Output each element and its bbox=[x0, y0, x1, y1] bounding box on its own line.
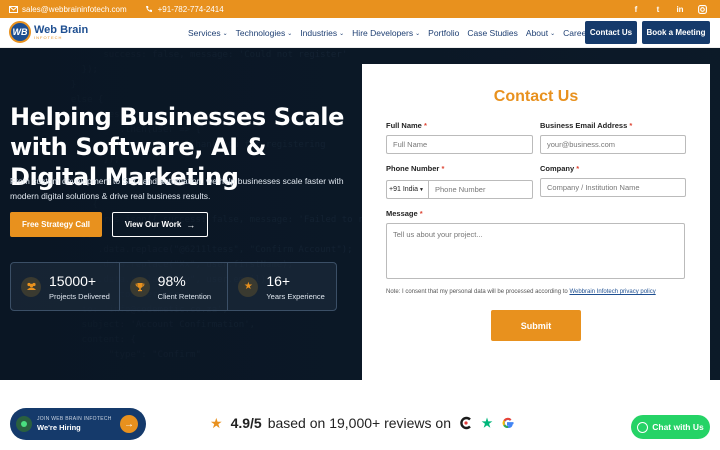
clutch-icon bbox=[458, 415, 474, 431]
google-icon bbox=[500, 415, 516, 431]
linkedin-icon[interactable]: in bbox=[672, 1, 688, 17]
nav-item-technologies[interactable]: Technologies ⌄ bbox=[236, 28, 293, 38]
instagram-icon[interactable] bbox=[694, 1, 710, 17]
chevron-down-icon: ⌄ bbox=[287, 30, 293, 37]
email-label: Business Email Address * bbox=[540, 121, 633, 130]
whatsapp-icon bbox=[637, 421, 649, 433]
form-title: Contact Us bbox=[493, 88, 579, 105]
phone-input[interactable]: Phone Number bbox=[428, 180, 533, 199]
privacy-policy-link[interactable]: Webbrain Infotech privacy policy bbox=[569, 289, 655, 295]
nav-item-hire-developers[interactable]: Hire Developers ⌄ bbox=[352, 28, 420, 38]
nav-item-services[interactable]: Services ⌄ bbox=[188, 28, 228, 38]
stat-label: Years Experience bbox=[266, 292, 325, 301]
hiring-badge[interactable]: JOIN WEB BRAIN INFOTECH We're Hiring → bbox=[10, 408, 146, 440]
chat-with-us-button[interactable]: Chat with Us bbox=[631, 415, 710, 439]
contact-us-button[interactable]: Contact Us bbox=[585, 21, 637, 44]
stat-projects: 15000+ Projects Delivered bbox=[11, 263, 120, 310]
star-icon: ★ bbox=[238, 276, 259, 297]
logo[interactable]: WB Web Brain INFOTECH bbox=[9, 21, 88, 43]
trustpilot-icon: ★ bbox=[481, 416, 493, 430]
stat-label: Projects Delivered bbox=[49, 292, 110, 301]
message-label: Message * bbox=[386, 209, 423, 218]
contact-form: Contact Us Full Name * Full Name Busines… bbox=[362, 64, 710, 380]
people-icon bbox=[21, 276, 41, 297]
message-textarea[interactable]: Tell us about your project... bbox=[386, 223, 685, 279]
stat-number: 16+ bbox=[266, 273, 291, 289]
email-input[interactable]: your@business.com bbox=[540, 135, 686, 154]
logo-name: Web Brain bbox=[34, 23, 89, 36]
nav-menu: Services ⌄ Technologies ⌄ Industries ⌄ Hire… bbox=[188, 18, 601, 48]
top-email-text: sales@webbraininfotech.com bbox=[22, 4, 127, 14]
hiring-caption: JOIN WEB BRAIN INFOTECH bbox=[37, 415, 112, 422]
top-email[interactable]: sales@webbraininfotech.com bbox=[9, 5, 127, 14]
top-bar: sales@webbraininfotech.com +91-782-774-2… bbox=[0, 0, 720, 18]
chevron-down-icon: ⌄ bbox=[222, 30, 228, 37]
top-phone-text: +91-782-774-2414 bbox=[157, 4, 224, 14]
nav-item-portfolio[interactable]: Portfolio bbox=[428, 28, 459, 38]
stat-experience: ★ 16+ Years Experience bbox=[228, 263, 336, 310]
hiring-title: We're Hiring bbox=[37, 422, 81, 432]
stat-label: Client Retention bbox=[157, 292, 212, 301]
top-phone[interactable]: +91-782-774-2414 bbox=[145, 5, 224, 14]
full-name-label: Full Name * bbox=[386, 121, 427, 130]
main-nav: WB Web Brain INFOTECH Services ⌄ Technolo… bbox=[0, 18, 720, 48]
twitter-icon[interactable]: t bbox=[650, 1, 666, 17]
chevron-down-icon: ▼ bbox=[419, 186, 424, 193]
hero-subtitle: From custom development to SEO and autom… bbox=[10, 176, 344, 201]
full-name-input[interactable]: Full Name bbox=[386, 135, 533, 154]
company-input[interactable]: Company / Institution Name bbox=[540, 178, 686, 197]
reviews-rating: ★ 4.9/5 based on 19,000+ reviews on ★ bbox=[210, 412, 516, 434]
facebook-icon[interactable]: f bbox=[628, 1, 644, 17]
logo-tagline: INFOTECH bbox=[34, 34, 63, 40]
book-meeting-button[interactable]: Book a Meeting bbox=[642, 21, 710, 44]
submit-button[interactable]: Submit bbox=[491, 310, 581, 341]
stat-number: 15000+ bbox=[49, 273, 97, 289]
logo-mark: WB bbox=[9, 21, 31, 43]
consent-note: Note: I consent that my personal data wi… bbox=[386, 289, 656, 295]
phone-icon bbox=[145, 5, 154, 14]
trophy-icon bbox=[129, 276, 150, 297]
rating-score: 4.9/5 bbox=[230, 415, 262, 431]
mail-icon bbox=[9, 5, 18, 14]
nav-item-about[interactable]: About ⌄ bbox=[526, 28, 555, 38]
stat-number: 98% bbox=[157, 273, 186, 289]
chevron-down-icon: ⌄ bbox=[415, 30, 421, 37]
view-our-work-button[interactable]: View Our Work → bbox=[112, 212, 208, 237]
phone-label: Phone Number * bbox=[386, 164, 445, 173]
chevron-down-icon: ⌄ bbox=[339, 30, 345, 37]
stats-panel: 15000+ Projects Delivered 98% Client Ret… bbox=[10, 262, 337, 311]
country-code-select[interactable]: +91 India ▼ bbox=[386, 180, 428, 199]
chevron-down-icon: ⌄ bbox=[550, 30, 556, 37]
nav-item-industries[interactable]: Industries ⌄ bbox=[300, 28, 344, 38]
status-dot bbox=[16, 416, 32, 432]
arrow-right-icon[interactable]: → bbox=[120, 415, 138, 433]
company-label: Company * bbox=[540, 164, 580, 173]
arrow-right-icon: → bbox=[186, 219, 196, 230]
star-icon: ★ bbox=[210, 414, 223, 431]
free-strategy-call-button[interactable]: Free Strategy Call bbox=[10, 212, 102, 237]
stat-retention: 98% Client Retention bbox=[120, 263, 229, 310]
nav-item-case-studies[interactable]: Case Studies bbox=[467, 28, 518, 38]
social-links: f t in bbox=[628, 1, 710, 17]
rating-text: based on 19,000+ reviews on bbox=[267, 415, 452, 431]
